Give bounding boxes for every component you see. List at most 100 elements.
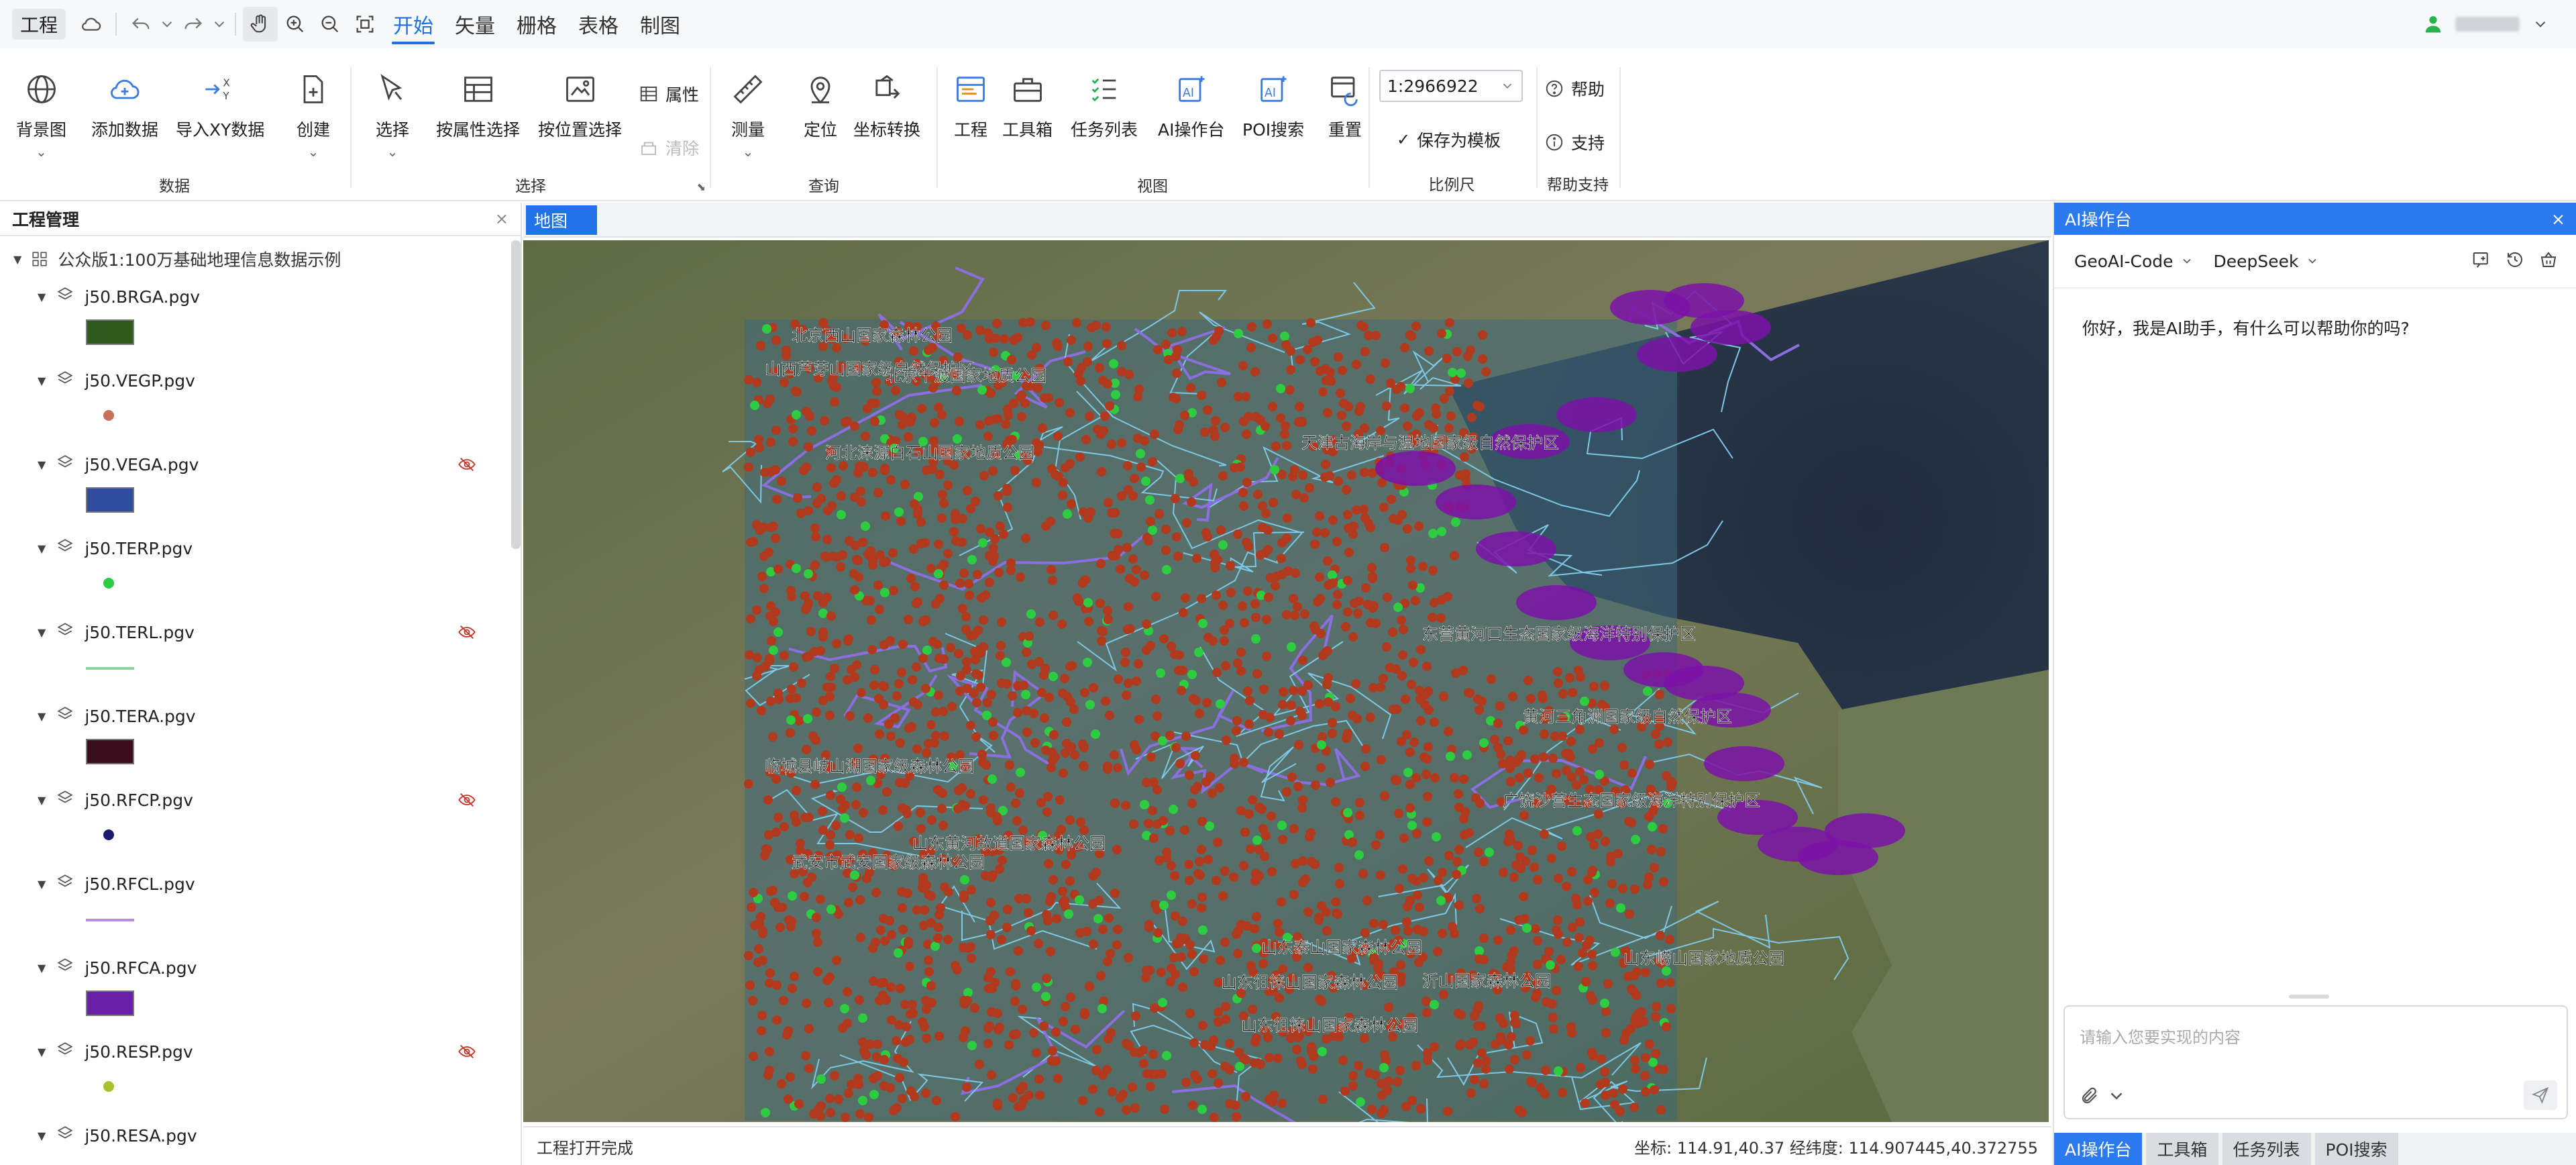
visibility-off-icon[interactable] [458, 1042, 476, 1066]
layer-item[interactable]: ▼ j50.BRGA.pgv [0, 278, 510, 362]
chat-input-box[interactable]: 请输入您要实现的内容 [2063, 1005, 2568, 1119]
project-view-button[interactable]: 工程 [947, 56, 994, 141]
resize-handle[interactable] [2289, 995, 2329, 999]
layer-item[interactable]: ▼ j50.VEGP.pgv [0, 362, 510, 446]
layer-row[interactable]: ▼ j50.RESP.pgv [0, 1033, 510, 1070]
layer-item[interactable]: ▼ j50.RFCP.pgv [0, 781, 510, 865]
tab-cartography[interactable]: 制图 [629, 0, 691, 48]
tab-toolbox[interactable]: 工具箱 [2146, 1133, 2218, 1165]
map-canvas[interactable]: 北京西山国家森林公园 山西芦芽山国家级自然保护区 北京十渡国家地质公园 河北涞源白石山… [523, 240, 2049, 1122]
select-by-attribute-button[interactable]: 按属性选择 [436, 56, 520, 141]
redo-icon[interactable] [176, 7, 211, 42]
expand-triangle-icon[interactable]: ▼ [38, 794, 46, 807]
layer-row[interactable]: ▼ j50.TERA.pgv [0, 697, 510, 735]
model-dropdown[interactable]: DeepSeek [2214, 252, 2319, 271]
layer-item[interactable]: ▼ j50.VEGA.pgv [0, 446, 510, 529]
expand-triangle-icon[interactable]: ▼ [38, 626, 46, 639]
clear-button[interactable]: 清除 [639, 136, 699, 160]
poi-search-button[interactable]: AI POI搜索 [1242, 56, 1304, 141]
coordinate-convert-button[interactable]: 坐标转换 [853, 56, 920, 141]
layer-row[interactable]: ▼ j50.RFCA.pgv [0, 949, 510, 986]
map-point [1038, 423, 1047, 433]
full-extent-icon[interactable] [347, 7, 382, 42]
layer-item[interactable]: ▼ j50.RESA.pgv [0, 1117, 510, 1165]
expand-triangle-icon[interactable]: ▼ [38, 1129, 46, 1142]
layer-row[interactable]: ▼ j50.VEGA.pgv [0, 446, 510, 483]
history-icon[interactable] [2505, 250, 2525, 270]
layer-item[interactable]: ▼ j50.TERP.pgv [0, 529, 510, 613]
undo-icon[interactable] [123, 7, 158, 42]
ai-console-button[interactable]: AI AI操作台 [1158, 56, 1224, 141]
layer-row[interactable]: ▼ j50.BRGA.pgv [0, 278, 510, 315]
tab-ai-console[interactable]: AI操作台 [2054, 1133, 2143, 1165]
layer-item[interactable]: ▼ j50.RFCL.pgv [0, 865, 510, 949]
map-point [1337, 411, 1346, 420]
project-menu-button[interactable]: 工程 [12, 9, 66, 40]
attribute-button[interactable]: 属性 [639, 82, 699, 106]
expand-triangle-icon[interactable]: ▼ [38, 542, 46, 555]
send-button[interactable] [2524, 1080, 2557, 1110]
close-icon[interactable]: × [2551, 209, 2565, 229]
attach-button[interactable] [2080, 1086, 2127, 1106]
visibility-off-icon[interactable] [458, 791, 476, 814]
create-button[interactable]: 创建 ⌄ [290, 56, 337, 160]
measure-button[interactable]: 测量 ⌄ [724, 56, 771, 160]
expand-triangle-icon[interactable]: ▼ [38, 962, 46, 974]
cloud-icon[interactable] [74, 7, 109, 42]
task-list-button[interactable]: 任务列表 [1071, 56, 1138, 141]
expand-triangle-icon[interactable]: ▼ [38, 291, 46, 303]
close-icon[interactable]: × [495, 209, 508, 228]
tab-poi-search[interactable]: POI搜索 [2314, 1133, 2398, 1165]
layer-row[interactable]: ▼ j50.RESA.pgv [0, 1117, 510, 1154]
import-xy-button[interactable]: XY 导入XY数据 [176, 56, 264, 141]
select-button[interactable]: 选择 ⌄ [369, 56, 416, 160]
zoom-out-icon[interactable] [313, 7, 347, 42]
visibility-off-icon[interactable] [458, 455, 476, 478]
tab-task-list[interactable]: 任务列表 [2222, 1133, 2311, 1165]
basemap-button[interactable]: 背景图 ⌄ [16, 56, 66, 160]
scale-select[interactable]: 1:2966922 [1379, 70, 1523, 102]
expand-triangle-icon[interactable]: ▼ [13, 253, 21, 266]
chevron-down-icon[interactable] [2532, 15, 2549, 33]
layer-item[interactable]: ▼ j50.TERA.pgv [0, 697, 510, 781]
tab-raster[interactable]: 栅格 [506, 0, 568, 48]
toolbox-button[interactable]: 工具箱 [1002, 56, 1053, 141]
expand-triangle-icon[interactable]: ▼ [38, 710, 46, 723]
pan-hand-icon[interactable] [243, 7, 278, 42]
tab-table[interactable]: 表格 [568, 0, 629, 48]
scrollbar[interactable] [511, 240, 521, 549]
layer-row[interactable]: ▼ j50.TERL.pgv [0, 613, 510, 651]
layer-row[interactable]: ▼ j50.RFCP.pgv [0, 781, 510, 819]
expand-corner-icon[interactable]: ⬊ [697, 181, 706, 193]
map-point [875, 605, 884, 614]
chevron-down-icon[interactable] [158, 7, 176, 42]
layer-row[interactable]: ▼ j50.VEGP.pgv [0, 362, 510, 399]
support-button[interactable]: 支持 [1544, 130, 1605, 154]
layer-item[interactable]: ▼ j50.RESP.pgv [0, 1033, 510, 1117]
layer-row[interactable]: ▼ j50.RFCL.pgv [0, 865, 510, 903]
expand-triangle-icon[interactable]: ▼ [38, 374, 46, 387]
new-chat-icon[interactable] [2471, 250, 2491, 270]
save-template-button[interactable]: ✓ 保存为模板 [1397, 128, 1501, 152]
expand-triangle-icon[interactable]: ▼ [38, 1046, 46, 1058]
tab-map[interactable]: 地图 [526, 205, 597, 235]
tab-start[interactable]: 开始 [382, 0, 444, 48]
expand-triangle-icon[interactable]: ▼ [38, 458, 46, 471]
zoom-in-icon[interactable] [278, 7, 313, 42]
layer-item[interactable]: ▼ j50.RFCA.pgv [0, 949, 510, 1033]
tab-vector[interactable]: 矢量 [444, 0, 506, 48]
clear-basket-icon[interactable] [2538, 250, 2559, 270]
user-area[interactable] [2423, 0, 2549, 48]
expand-triangle-icon[interactable]: ▼ [38, 878, 46, 891]
chevron-down-icon[interactable] [211, 7, 228, 42]
help-button[interactable]: 帮助 [1544, 77, 1605, 101]
visibility-off-icon[interactable] [458, 623, 476, 646]
layer-item[interactable]: ▼ j50.TERL.pgv [0, 613, 510, 697]
engine-dropdown[interactable]: GeoAI-Code [2074, 252, 2194, 271]
layer-row[interactable]: ▼ j50.TERP.pgv [0, 529, 510, 567]
tree-root[interactable]: ▼ 公众版1:100万基础地理信息数据示例 [0, 240, 510, 278]
reset-button[interactable]: 重置 [1322, 56, 1368, 141]
add-data-button[interactable]: 添加数据 [91, 56, 158, 141]
locate-button[interactable]: 定位 [797, 56, 844, 141]
select-by-location-button[interactable]: 按位置选择 [538, 56, 622, 141]
